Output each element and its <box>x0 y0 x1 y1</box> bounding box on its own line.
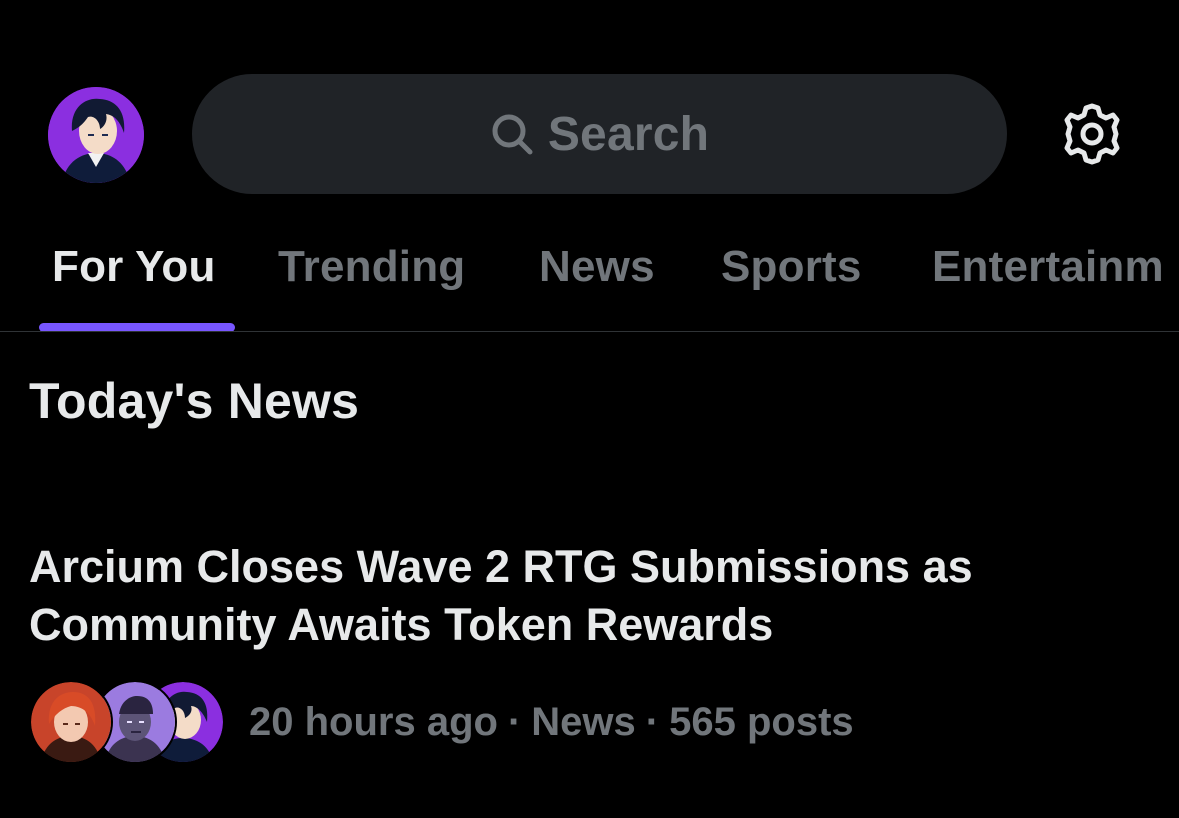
avatar-red-hair-woman-icon <box>29 680 113 764</box>
tab-entertainment[interactable]: Entertainm <box>932 242 1164 292</box>
story-category: News <box>531 699 636 744</box>
tabs-divider <box>0 331 1179 332</box>
explore-tabs: For You Trending News Sports Entertainm <box>0 232 1179 332</box>
gear-icon <box>1064 103 1120 165</box>
story-headline[interactable]: Arcium Closes Wave 2 RTG Submissions as … <box>29 538 1129 654</box>
section-title: Today's News <box>29 373 360 429</box>
news-story[interactable]: Arcium Closes Wave 2 RTG Submissions as … <box>29 538 1129 654</box>
settings-button[interactable] <box>1058 100 1126 168</box>
avatar-facepile[interactable] <box>29 680 225 764</box>
search-icon <box>492 114 533 155</box>
search-placeholder: Search <box>547 107 710 161</box>
tab-news[interactable]: News <box>539 242 655 292</box>
story-post-count: 565 posts <box>669 699 854 744</box>
tab-trending[interactable]: Trending <box>278 242 465 292</box>
tab-for-you[interactable]: For You <box>52 242 216 292</box>
story-meta: 20 hours ago · News · 565 posts <box>29 680 854 764</box>
story-time: 20 hours ago <box>249 699 498 744</box>
tab-sports[interactable]: Sports <box>721 242 862 292</box>
story-meta-text: 20 hours ago · News · 565 posts <box>249 700 854 745</box>
meta-separator: · <box>645 699 660 744</box>
search-bar[interactable]: Search <box>192 74 1007 194</box>
meta-separator: · <box>507 699 522 744</box>
anime-avatar-icon <box>48 87 144 183</box>
profile-avatar[interactable] <box>48 87 144 183</box>
